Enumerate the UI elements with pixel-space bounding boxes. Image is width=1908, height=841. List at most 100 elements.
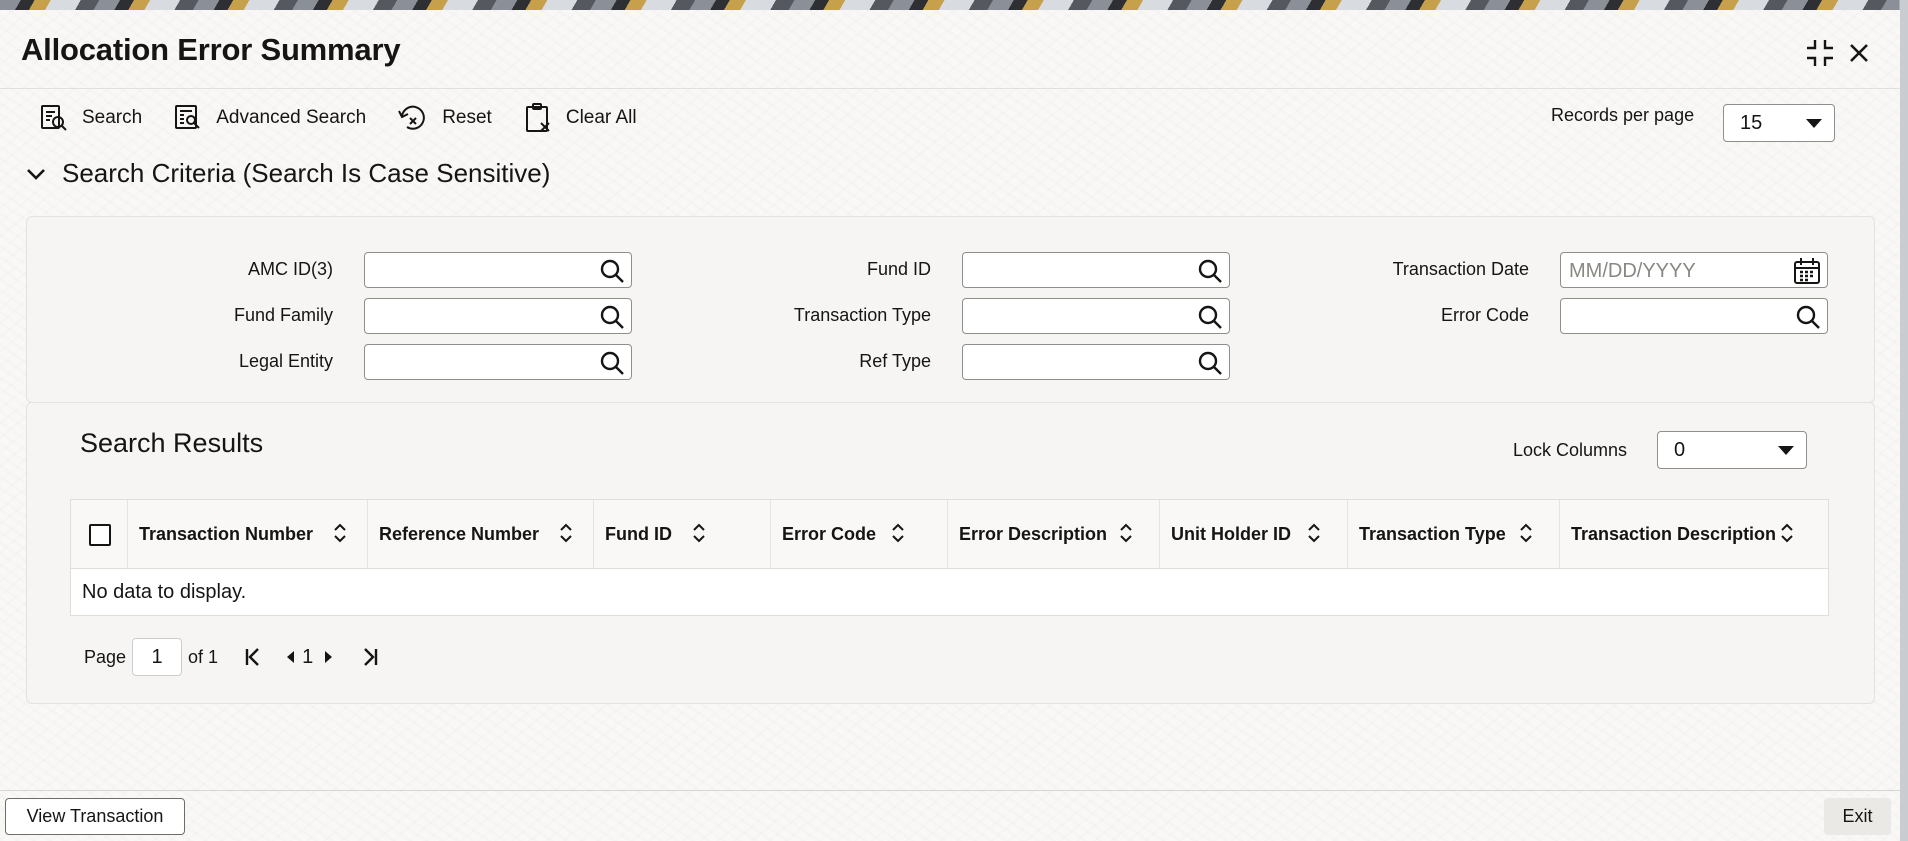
fund-id-label: Fund ID — [866, 259, 931, 279]
empty-table-message: No data to display. — [82, 581, 247, 603]
column-header-unit-holder-id[interactable]: Unit Holder ID — [1160, 500, 1348, 568]
clear-all-button-label: Clear All — [565, 107, 637, 128]
records-per-page-select[interactable]: 15 — [1723, 104, 1835, 142]
window-scrollbar[interactable] — [1899, 0, 1908, 841]
page-number-input[interactable]: 1 — [132, 638, 183, 676]
reset-button-label: Reset — [442, 107, 492, 128]
search-icon — [599, 258, 625, 289]
search-icon — [599, 304, 625, 335]
search-criteria-panel: AMC ID(3) Fund Family Legal Entity Fund … — [26, 216, 1875, 403]
sort-icon — [559, 523, 573, 548]
close-button[interactable] — [1842, 36, 1876, 70]
transaction-date-input[interactable]: MM/DD/YYYY — [1560, 252, 1828, 288]
column-label: Transaction Type — [1359, 523, 1506, 544]
sort-icon — [1119, 523, 1133, 548]
lock-columns-select[interactable]: 0 — [1657, 431, 1807, 469]
first-page-icon — [245, 648, 259, 666]
caret-right-icon — [325, 651, 333, 663]
column-header-transaction-type[interactable]: Transaction Type — [1348, 500, 1560, 568]
clear-all-button[interactable]: Clear All — [524, 103, 637, 133]
previous-page-button[interactable] — [284, 649, 296, 665]
table-header: Transaction Number Reference Number Fund… — [71, 500, 1828, 569]
allocation-error-summary-window: Allocation Error Summary Search Advanced… — [0, 10, 1900, 841]
column-header-reference-number[interactable]: Reference Number — [368, 500, 594, 568]
column-header-transaction-description[interactable]: Transaction Description — [1560, 500, 1828, 568]
chevron-down-icon — [27, 168, 45, 180]
advanced-search-icon — [175, 105, 200, 129]
toolbar: Search Advanced Search Reset Clear All — [40, 98, 669, 138]
page-title: Allocation Error Summary — [21, 32, 401, 67]
clipboard-clear-icon — [525, 103, 550, 132]
column-label: Transaction Number — [139, 523, 314, 544]
records-per-page-label: Records per page — [1551, 105, 1695, 125]
column-label: Reference Number — [379, 523, 540, 544]
search-results-table: Transaction Number Reference Number Fund… — [70, 499, 1829, 616]
select-all-cell — [71, 500, 128, 568]
chevron-down-icon — [1806, 119, 1822, 128]
ref-type-label: Ref Type — [859, 351, 931, 371]
transaction-type-label: Transaction Type — [793, 305, 931, 325]
current-page-number[interactable]: 1 — [302, 646, 313, 669]
select-all-checkbox[interactable] — [89, 524, 111, 546]
column-label: Transaction Description — [1571, 523, 1777, 544]
error-code-label: Error Code — [1440, 305, 1529, 325]
exit-button[interactable]: Exit — [1824, 798, 1891, 835]
fund-family-input[interactable] — [364, 298, 632, 334]
last-page-button[interactable] — [361, 647, 379, 667]
fund-id-input[interactable] — [962, 252, 1230, 288]
reset-button[interactable]: Reset — [398, 104, 492, 132]
advanced-search-button[interactable]: Advanced Search — [174, 104, 366, 132]
transaction-date-placeholder: MM/DD/YYYY — [1569, 260, 1696, 282]
column-header-error-code[interactable]: Error Code — [771, 500, 948, 568]
column-header-error-description[interactable]: Error Description — [948, 500, 1160, 568]
transaction-type-input[interactable] — [962, 298, 1230, 334]
search-criteria-header: Search Criteria (Search Is Case Sensitiv… — [62, 158, 551, 188]
column-label: Error Description — [959, 523, 1108, 544]
sort-icon — [891, 523, 905, 548]
reset-icon — [398, 105, 426, 130]
column-label: Error Code — [782, 523, 877, 544]
chevron-down-icon — [1778, 446, 1794, 455]
search-list-icon — [41, 105, 67, 131]
sort-icon — [1307, 523, 1321, 548]
caret-left-icon — [287, 651, 295, 663]
error-code-input[interactable] — [1560, 298, 1828, 334]
sort-icon — [1519, 523, 1533, 548]
last-page-icon — [364, 648, 378, 666]
fund-family-label: Fund Family — [233, 305, 333, 325]
column-header-fund-id[interactable]: Fund ID — [594, 500, 771, 568]
search-criteria-toggle[interactable]: Search Criteria (Search Is Case Sensitiv… — [26, 158, 550, 189]
collapse-corners-icon — [1807, 40, 1833, 66]
calendar-icon[interactable] — [1793, 257, 1821, 290]
page-label: Page — [84, 646, 127, 667]
search-button-label: Search — [82, 107, 143, 128]
search-results-title: Search Results — [80, 428, 264, 458]
close-icon — [1850, 44, 1868, 62]
search-icon — [1795, 304, 1821, 335]
sort-icon — [1780, 523, 1794, 548]
search-icon — [599, 350, 625, 381]
search-button[interactable]: Search — [40, 104, 142, 132]
column-label: Unit Holder ID — [1171, 523, 1291, 544]
footer-divider — [0, 790, 1900, 791]
lock-columns-value: 0 — [1674, 438, 1686, 461]
amc-id-input[interactable] — [364, 252, 632, 288]
transaction-date-label: Transaction Date — [1392, 259, 1529, 279]
ref-type-input[interactable] — [962, 344, 1230, 380]
view-transaction-button[interactable]: View Transaction — [5, 798, 185, 835]
maximize-button[interactable] — [1803, 36, 1837, 70]
sort-icon — [333, 523, 347, 548]
column-header-transaction-number[interactable]: Transaction Number — [128, 500, 368, 568]
next-page-button[interactable] — [323, 649, 335, 665]
first-page-button[interactable] — [244, 647, 262, 667]
column-label: Fund ID — [605, 523, 672, 544]
title-divider — [0, 88, 1900, 89]
page-count-label: of 1 — [188, 646, 219, 667]
lock-columns-label: Lock Columns — [1513, 440, 1628, 460]
records-per-page-value: 15 — [1740, 111, 1763, 134]
advanced-search-button-label: Advanced Search — [216, 107, 367, 128]
sort-icon — [692, 523, 706, 548]
pagination: Page 1 of 1 1 — [84, 637, 379, 677]
legal-entity-input[interactable] — [364, 344, 632, 380]
search-icon — [1197, 258, 1223, 289]
